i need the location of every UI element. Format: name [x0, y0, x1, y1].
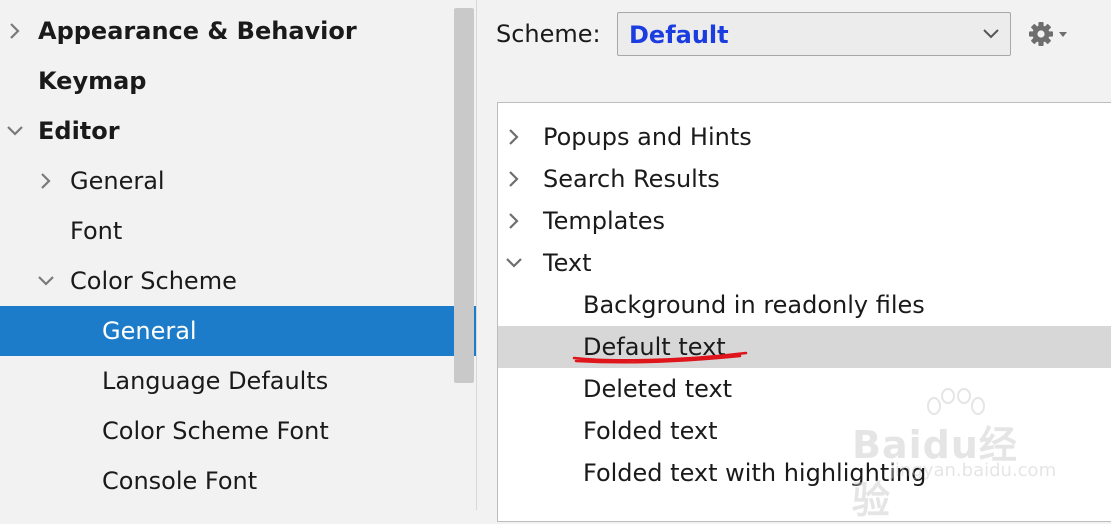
- tree-item-label: Default text: [583, 333, 726, 361]
- sidebar-item-label: Color Scheme Font: [102, 417, 329, 445]
- chevron-down-icon[interactable]: [505, 254, 523, 272]
- sidebar-item-label: Appearance & Behavior: [38, 17, 357, 45]
- sidebar-scrollbar[interactable]: [454, 8, 474, 383]
- tree-item-label: Text: [543, 249, 592, 277]
- chevron-right-icon[interactable]: [505, 128, 523, 146]
- sidebar-item-keymap[interactable]: Keymap: [0, 56, 476, 106]
- chevron-down-icon: [981, 26, 1001, 42]
- sidebar-item-console-font[interactable]: Console Font: [0, 456, 476, 506]
- sidebar-item-label: Console Font: [102, 467, 258, 495]
- tree-item-label: Background in readonly files: [583, 291, 925, 319]
- chevron-down-icon[interactable]: [37, 272, 55, 290]
- scheme-selected-value: Default: [629, 21, 729, 49]
- sidebar-item-label: Language Defaults: [102, 367, 329, 395]
- sidebar-item-label: Editor: [38, 117, 120, 145]
- scheme-dropdown[interactable]: Default: [617, 12, 1011, 56]
- sidebar-item-label: General: [70, 167, 165, 195]
- sidebar-item-label: Keymap: [38, 67, 147, 95]
- tree-item-default-text[interactable]: Default text: [498, 326, 1111, 368]
- sidebar-item-general[interactable]: General: [0, 306, 476, 356]
- sidebar-item-label: Font: [70, 217, 123, 245]
- tree-item-deleted-text[interactable]: Deleted text: [498, 368, 1111, 410]
- sidebar-item-color-scheme[interactable]: Color Scheme: [0, 256, 476, 306]
- scheme-label: Scheme:: [496, 20, 601, 48]
- settings-sidebar: Appearance & Behavior Keymap Editor General…: [0, 0, 476, 510]
- sidebar-item-color-scheme-font[interactable]: Color Scheme Font: [0, 406, 476, 456]
- tree-item-folded-text-with-highlighting[interactable]: Folded text with highlighting: [498, 452, 1111, 494]
- tree-item-label: Templates: [543, 207, 666, 235]
- sidebar-item-font[interactable]: Font: [0, 206, 476, 256]
- sidebar-item-editor[interactable]: Editor: [0, 106, 476, 156]
- chevron-right-icon[interactable]: [6, 22, 24, 40]
- tree-item-folded-text[interactable]: Folded text: [498, 410, 1111, 452]
- tree-item-background-in-readonly-files[interactable]: Background in readonly files: [498, 284, 1111, 326]
- tree-item-partial: [498, 494, 1111, 514]
- tree-item-label: Deleted text: [583, 375, 733, 403]
- gear-icon: [1027, 18, 1071, 54]
- chevron-right-icon[interactable]: [37, 172, 55, 190]
- sidebar-item-appearance-behavior[interactable]: Appearance & Behavior: [0, 6, 476, 56]
- tree-item-label: Folded text with highlighting: [583, 459, 927, 487]
- chevron-down-icon[interactable]: [6, 122, 24, 140]
- sidebar-item-label: Color Scheme: [70, 267, 237, 295]
- tree-item-label: Search Results: [543, 165, 720, 193]
- tree-item-text[interactable]: Text: [498, 242, 1111, 284]
- scheme-actions-button[interactable]: [1027, 18, 1071, 50]
- sidebar-item-language-defaults[interactable]: Language Defaults: [0, 356, 476, 406]
- color-scheme-tree: Popups and Hints Search Results Templates T…: [497, 102, 1111, 522]
- chevron-right-icon[interactable]: [505, 170, 523, 188]
- tree-item-label: Folded text: [583, 417, 718, 445]
- tree-item-partial: [678, 103, 868, 108]
- tree-item-label: Popups and Hints: [543, 123, 752, 151]
- tree-item-templates[interactable]: Templates: [498, 200, 1111, 242]
- panel-divider: [476, 0, 477, 510]
- chevron-right-icon[interactable]: [505, 212, 523, 230]
- tree-item-popups-and-hints[interactable]: Popups and Hints: [498, 116, 1111, 158]
- sidebar-item-general[interactable]: General: [0, 156, 476, 206]
- tree-item-search-results[interactable]: Search Results: [498, 158, 1111, 200]
- sidebar-item-label: General: [102, 317, 197, 345]
